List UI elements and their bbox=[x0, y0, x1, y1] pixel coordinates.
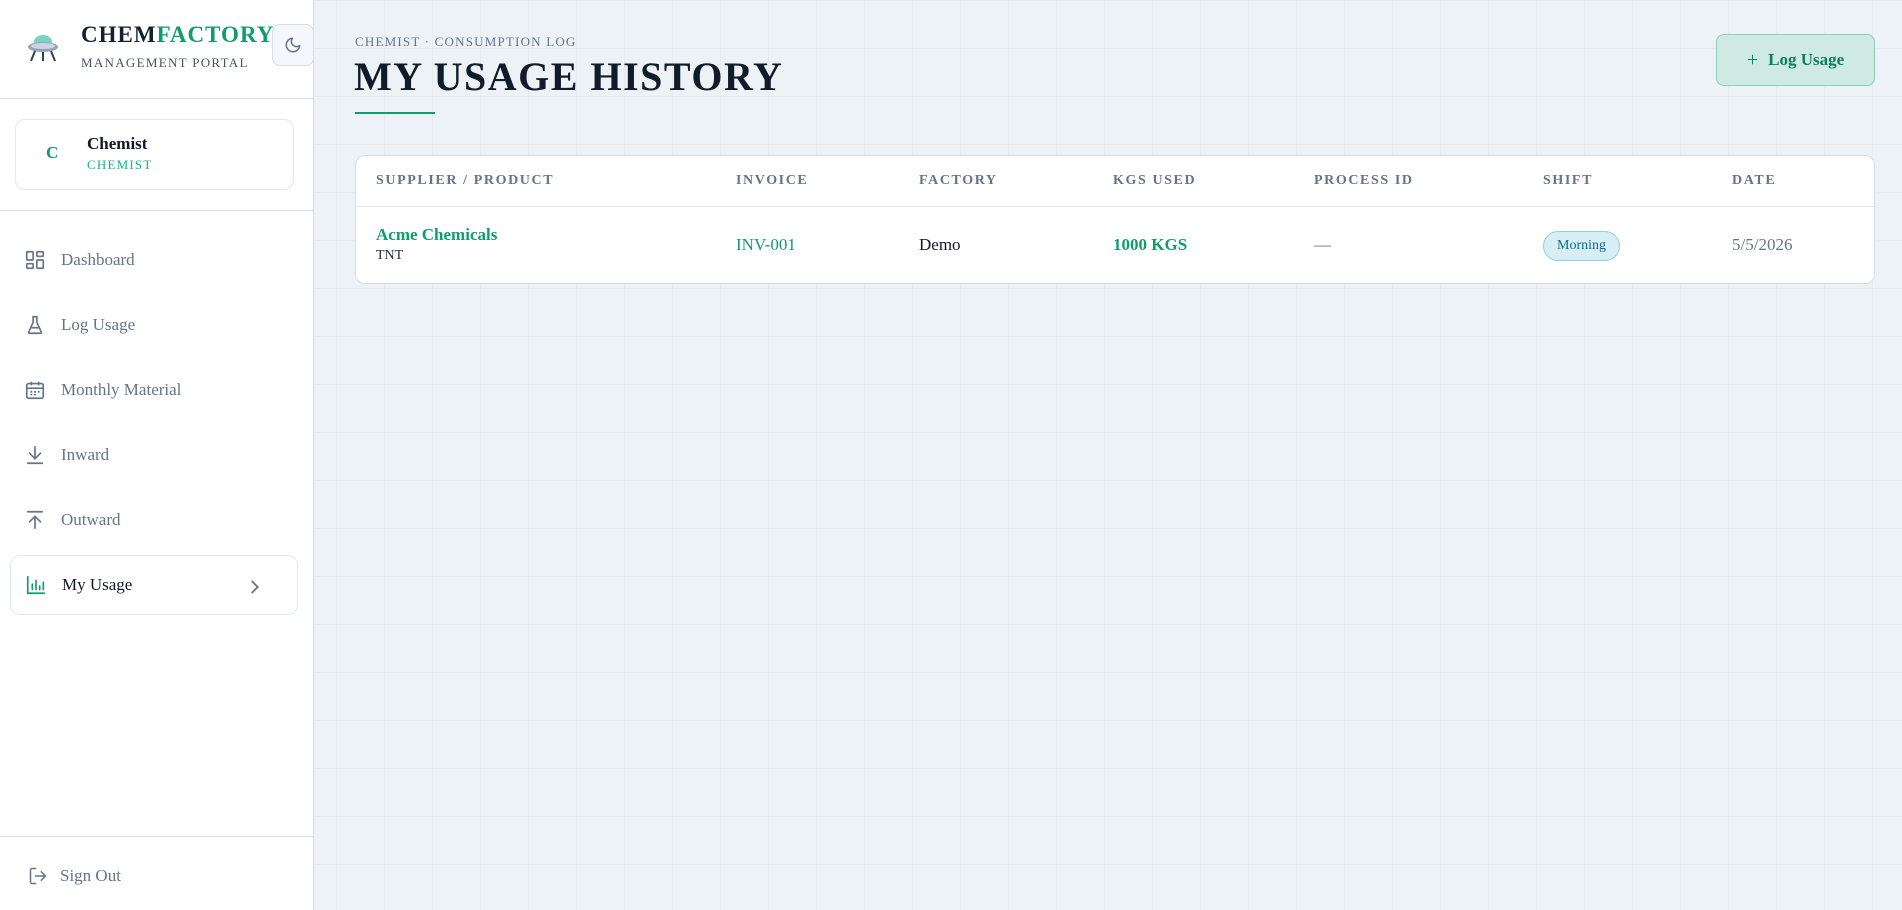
brand-name: CHEMFACTORY bbox=[81, 22, 274, 48]
log-usage-button[interactable]: + Log Usage bbox=[1716, 34, 1875, 86]
flask-icon bbox=[27, 315, 43, 335]
sidebar-item-monthly-material[interactable]: Monthly Material bbox=[10, 360, 298, 420]
sidebar-item-label: Outward bbox=[61, 510, 121, 529]
factory-cell: Demo bbox=[919, 235, 961, 254]
sidebar-item-log-usage[interactable]: Log Usage bbox=[10, 295, 298, 355]
sidebar-item-my-usage[interactable]: My Usage bbox=[10, 555, 298, 615]
sidebar-item-label: Log Usage bbox=[61, 315, 136, 334]
sidebar-divider bbox=[0, 210, 314, 211]
plus-icon: + bbox=[1746, 48, 1759, 71]
sidebar-item-dashboard[interactable]: Dashboard bbox=[10, 230, 298, 290]
sign-out-button[interactable]: Sign Out bbox=[28, 866, 121, 886]
brand-header: CHEMFACTORY MANAGEMENT PORTAL bbox=[0, 0, 314, 99]
calendar-icon bbox=[25, 381, 45, 400]
table-row[interactable]: Acme Chemicals TNT INV-001 Demo 1000 KGS… bbox=[356, 207, 1874, 283]
sidebar-item-outward[interactable]: Outward bbox=[10, 490, 298, 550]
moon-icon bbox=[285, 37, 301, 53]
sidebar-item-label: Inward bbox=[61, 445, 110, 464]
process-id-cell: — bbox=[1314, 235, 1331, 254]
date-cell: 5/5/2026 bbox=[1732, 235, 1793, 254]
column-header-process-id[interactable]: PROCESS ID bbox=[1314, 173, 1414, 189]
user-card: C Chemist CHEMIST bbox=[15, 119, 294, 190]
column-header-supplier[interactable]: SUPPLIER / PRODUCT bbox=[376, 173, 554, 189]
sidebar-footer-divider bbox=[0, 836, 314, 837]
supplier-name: Acme Chemicals bbox=[376, 225, 498, 244]
table-header: SUPPLIER / PRODUCT INVOICE FACTORY KGS U… bbox=[356, 156, 1874, 207]
dashboard-icon bbox=[25, 250, 45, 270]
arrow-up-icon bbox=[26, 510, 44, 530]
column-header-shift[interactable]: SHIFT bbox=[1543, 173, 1593, 189]
user-name: Chemist bbox=[87, 134, 148, 153]
avatar: C bbox=[46, 143, 59, 162]
arrow-down-icon bbox=[26, 445, 44, 465]
sign-out-icon bbox=[29, 867, 47, 885]
sidebar: CHEMFACTORY MANAGEMENT PORTAL C Chemist … bbox=[0, 0, 314, 910]
column-header-invoice[interactable]: INVOICE bbox=[736, 173, 808, 189]
product-name: TNT bbox=[376, 248, 404, 263]
sidebar-item-label: Monthly Material bbox=[61, 380, 182, 399]
user-role: CHEMIST bbox=[87, 157, 153, 172]
invoice-link[interactable]: INV-001 bbox=[736, 235, 796, 255]
chevron-right-icon bbox=[251, 580, 260, 594]
sign-out-label: Sign Out bbox=[60, 866, 121, 885]
shift-badge: Morning bbox=[1543, 231, 1620, 261]
title-underline bbox=[355, 112, 435, 114]
bar-chart-icon bbox=[26, 575, 46, 595]
ufo-logo-icon bbox=[28, 35, 58, 62]
sidebar-item-label: Dashboard bbox=[61, 250, 135, 269]
sidebar-item-inward[interactable]: Inward bbox=[10, 425, 298, 485]
log-usage-label: Log Usage bbox=[1768, 50, 1845, 69]
brand-name-part1: CHEM bbox=[81, 22, 157, 47]
column-header-kgs-used[interactable]: KGS USED bbox=[1113, 173, 1196, 189]
kgs-used-cell: 1000 KGS bbox=[1113, 235, 1188, 254]
column-header-factory[interactable]: FACTORY bbox=[919, 173, 998, 189]
column-header-date[interactable]: DATE bbox=[1732, 173, 1776, 189]
page-title: MY USAGE HISTORY bbox=[354, 54, 784, 99]
brand-subtitle: MANAGEMENT PORTAL bbox=[81, 55, 249, 70]
theme-toggle-button[interactable] bbox=[272, 24, 314, 66]
brand-name-part2: FACTORY bbox=[156, 22, 275, 47]
breadcrumb: CHEMIST · CONSUMPTION LOG bbox=[355, 34, 577, 49]
usage-table: SUPPLIER / PRODUCT INVOICE FACTORY KGS U… bbox=[355, 155, 1875, 284]
sidebar-item-label: My Usage bbox=[62, 575, 133, 594]
